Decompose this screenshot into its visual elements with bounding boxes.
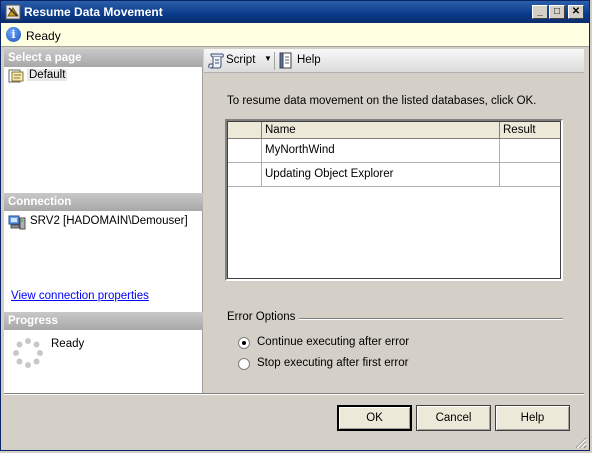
connection-header: Connection	[4, 193, 203, 211]
name-cell: Updating Object Explorer	[262, 163, 500, 186]
status-bar: i Ready	[1, 23, 589, 47]
spinner-icon	[13, 338, 43, 368]
connection-text: SRV2 [HADOMAIN\Demouser]	[30, 215, 188, 227]
radio-label: Stop executing after first error	[257, 357, 409, 369]
button-area-divider	[4, 393, 584, 395]
grid-frame: Name Result MyNorthWind Updating Object …	[227, 121, 561, 279]
result-cell	[500, 139, 560, 162]
radio-label: Continue executing after error	[257, 336, 410, 348]
info-icon: i	[6, 27, 21, 42]
help-toolbar-label: Help	[297, 54, 321, 66]
title-bar[interactable]: Resume Data Movement _ □ ✕	[1, 1, 589, 23]
progress-text: Ready	[51, 338, 85, 350]
radio-button[interactable]	[238, 358, 250, 370]
databases-grid[interactable]: Name Result MyNorthWind Updating Object …	[225, 119, 563, 281]
page-item-label: Default	[27, 69, 68, 81]
progress-header: Progress	[4, 312, 203, 330]
table-row[interactable]: MyNorthWind	[228, 139, 560, 163]
table-row[interactable]: Updating Object Explorer	[228, 163, 560, 187]
column-header-select[interactable]	[228, 122, 262, 138]
instructions-text: To resume data movement on the listed da…	[227, 95, 537, 107]
help-button[interactable]: Help	[495, 405, 570, 431]
resize-grip-icon[interactable]	[573, 435, 587, 449]
column-header-name[interactable]: Name	[262, 122, 500, 138]
right-pane: Script ▼ Help To resume data movement on…	[204, 49, 584, 393]
close-button[interactable]: ✕	[568, 5, 584, 19]
view-connection-properties-link[interactable]: View connection properties	[11, 290, 149, 302]
select-page-header: Select a page	[4, 49, 203, 67]
script-icon	[208, 53, 224, 69]
column-header-result[interactable]: Result	[500, 122, 560, 138]
left-pane: Select a page Default Connection SRV2 [H…	[4, 49, 203, 393]
name-cell: MyNorthWind	[262, 139, 500, 162]
row-selector-cell[interactable]	[228, 139, 262, 162]
result-cell	[500, 163, 560, 186]
radio-button-checked[interactable]	[238, 337, 250, 349]
maximize-button[interactable]: □	[549, 5, 565, 19]
toolbar: Script ▼ Help	[204, 49, 584, 73]
status-text: Ready	[26, 29, 61, 43]
error-options-divider	[299, 318, 563, 320]
dropdown-arrow-icon[interactable]: ▼	[264, 54, 272, 63]
toolbar-separator	[274, 52, 275, 70]
error-options-title: Error Options	[227, 311, 296, 323]
help-book-icon	[279, 52, 292, 69]
app-icon	[5, 4, 21, 20]
server-icon	[8, 215, 26, 230]
cancel-button[interactable]: Cancel	[416, 405, 491, 431]
dialog-window: Resume Data Movement _ □ ✕ i Ready Selec…	[0, 0, 590, 451]
grid-header: Name Result	[228, 122, 560, 139]
page-icon	[8, 69, 24, 83]
minimize-button[interactable]: _	[532, 5, 548, 19]
script-label: Script	[226, 54, 256, 66]
window-title: Resume Data Movement	[24, 5, 163, 19]
row-selector-cell[interactable]	[228, 163, 262, 186]
ok-button[interactable]: OK	[337, 405, 412, 431]
